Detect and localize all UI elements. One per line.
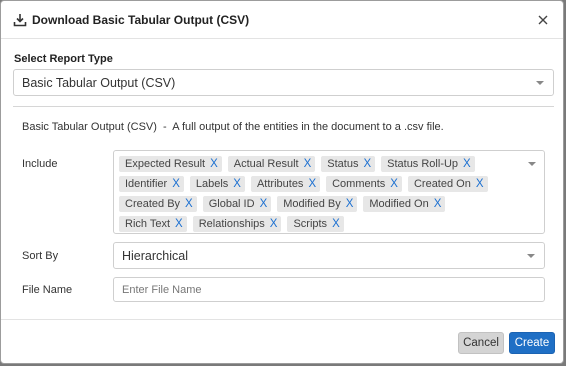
include-chip: Attributes X xyxy=(250,176,321,192)
include-chip-label: Comments xyxy=(332,178,386,190)
remove-chip-button[interactable]: X xyxy=(260,198,268,210)
chevron-down-icon xyxy=(536,80,544,85)
include-label: Include xyxy=(22,158,58,170)
include-chip-label: Rich Text xyxy=(125,218,171,230)
divider xyxy=(13,106,554,107)
close-icon[interactable] xyxy=(535,12,551,28)
file-name-input[interactable] xyxy=(113,277,545,302)
include-chip: Actual Result X xyxy=(227,156,316,172)
cancel-button[interactable]: Cancel xyxy=(458,332,504,354)
remove-chip-button[interactable]: X xyxy=(346,198,354,210)
include-chip-label: Expected Result xyxy=(125,158,206,170)
remove-chip-button[interactable]: X xyxy=(172,178,180,190)
remove-chip-button[interactable]: X xyxy=(390,178,398,190)
include-chip-label: Modified On xyxy=(369,198,429,210)
create-button[interactable]: Create xyxy=(509,332,555,354)
sort-by-value: Hierarchical xyxy=(122,248,188,263)
include-chip-label: Global ID xyxy=(208,198,255,210)
report-type-value: Basic Tabular Output (CSV) xyxy=(22,75,176,90)
include-chip-label: Created On xyxy=(413,178,471,190)
include-chips: Expected Result X Actual Result X Status X Sta… xyxy=(119,155,524,235)
include-chip: Relationships X xyxy=(192,216,282,232)
include-chip: Rich Text X xyxy=(119,216,187,232)
include-chip: Created On X xyxy=(407,176,488,192)
remove-chip-button[interactable]: X xyxy=(185,198,193,210)
remove-chip-button[interactable]: X xyxy=(210,158,218,170)
include-chip-label: Created By xyxy=(125,198,181,210)
include-chip: Status Roll-Up X xyxy=(381,156,475,172)
include-chip-label: Identifier xyxy=(125,178,168,190)
remove-chip-button[interactable]: X xyxy=(308,178,316,190)
report-type-select[interactable]: Basic Tabular Output (CSV) xyxy=(13,69,554,96)
sort-by-select[interactable]: Hierarchical xyxy=(113,242,545,269)
download-dialog: Download Basic Tabular Output (CSV) Sele… xyxy=(0,0,564,364)
include-chip-label: Attributes xyxy=(256,178,304,190)
file-name-label: File Name xyxy=(22,284,73,296)
download-icon xyxy=(13,13,27,27)
include-chip-label: Modified By xyxy=(283,198,341,210)
include-chip: Identifier X xyxy=(119,176,184,192)
remove-chip-button[interactable]: X xyxy=(270,218,278,230)
include-chip: Labels X xyxy=(189,176,245,192)
remove-chip-button[interactable]: X xyxy=(175,218,183,230)
remove-chip-button[interactable]: X xyxy=(363,158,371,170)
include-chip-label: Scripts xyxy=(293,218,328,230)
include-chip: Created By X xyxy=(119,196,197,212)
include-chip: Modified On X xyxy=(363,196,446,212)
include-chip: Scripts X xyxy=(287,216,344,232)
include-chip: Status X xyxy=(321,156,376,172)
include-chip-label: Status Roll-Up xyxy=(387,158,459,170)
include-chip-label: Status xyxy=(327,158,359,170)
include-chip: Comments X xyxy=(326,176,402,192)
include-multiselect[interactable]: Expected Result X Actual Result X Status X Sta… xyxy=(113,150,545,234)
remove-chip-button[interactable]: X xyxy=(463,158,471,170)
footer-divider xyxy=(1,319,563,320)
dialog-title: Download Basic Tabular Output (CSV) xyxy=(32,12,250,27)
chevron-down-icon xyxy=(528,162,536,166)
include-chip: Expected Result X xyxy=(119,156,222,172)
include-chip: Modified By X xyxy=(277,196,358,212)
report-type-label: Select Report Type xyxy=(14,53,113,65)
remove-chip-button[interactable]: X xyxy=(476,178,484,190)
remove-chip-button[interactable]: X xyxy=(434,198,442,210)
dialog-header: Download Basic Tabular Output (CSV) xyxy=(1,1,563,39)
include-chip-label: Actual Result xyxy=(233,158,299,170)
chevron-down-icon xyxy=(527,253,535,258)
sort-by-label: Sort By xyxy=(22,250,59,262)
include-chip: Global ID X xyxy=(202,196,272,212)
remove-chip-button[interactable]: X xyxy=(233,178,241,190)
include-chip-label: Relationships xyxy=(198,218,265,230)
remove-chip-button[interactable]: X xyxy=(304,158,312,170)
include-chip-label: Labels xyxy=(195,178,229,190)
remove-chip-button[interactable]: X xyxy=(332,218,340,230)
report-description: Basic Tabular Output (CSV) - A full outp… xyxy=(22,121,444,133)
